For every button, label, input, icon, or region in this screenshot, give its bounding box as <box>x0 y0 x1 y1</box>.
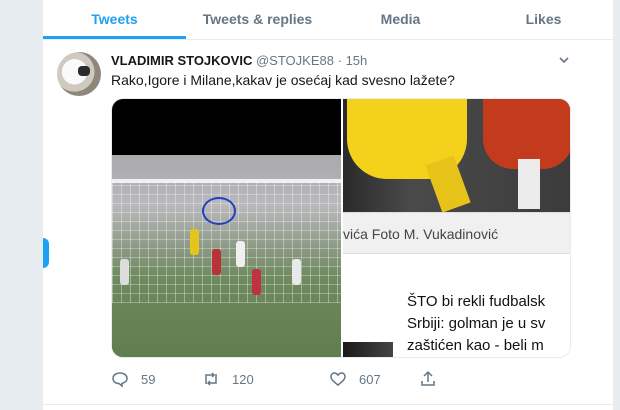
tweet-media[interactable]: vića Foto M. Vukadinović ŠTO bi rekli fu… <box>111 98 571 358</box>
reply-icon <box>112 372 128 388</box>
retweet-button[interactable]: 120 <box>202 370 254 388</box>
article-thumbnail <box>343 342 393 357</box>
divider <box>43 404 615 405</box>
user-handle[interactable]: @STOJKE88 <box>256 53 334 68</box>
profile-tabs: Tweets Tweets & replies Media Likes <box>43 0 615 40</box>
retweet-icon <box>205 372 217 386</box>
tab-media[interactable]: Media <box>329 0 472 39</box>
photo-caption-bar: vića Foto M. Vukadinović <box>343 212 570 254</box>
photo-caption: vića Foto M. Vukadinović <box>343 226 499 242</box>
separator-dot: · <box>337 53 342 68</box>
media-photo-left[interactable] <box>112 99 341 357</box>
reply-button[interactable]: 59 <box>111 370 155 388</box>
leg-y <box>425 155 471 212</box>
share-button[interactable] <box>419 370 449 388</box>
leg-r <box>518 159 540 209</box>
goal-crossbar <box>112 179 341 183</box>
player-figure <box>212 249 221 275</box>
headline-line: Srbiji: golman je u sv <box>407 315 546 332</box>
player-figure <box>236 241 245 267</box>
like-count: 607 <box>359 371 381 387</box>
media-photo-right[interactable]: vića Foto M. Vukadinović ŠTO bi rekli fu… <box>343 99 570 357</box>
highlight-circle <box>202 197 236 225</box>
share-icon <box>421 370 435 386</box>
tweet-actions: 59 120 607 <box>111 370 531 394</box>
player-figure <box>292 259 301 285</box>
headline-line: ŠTO bi rekli fudbalsk <box>407 293 546 310</box>
headline-line: zaštićen kao - beli m <box>407 337 544 354</box>
player-figure <box>120 259 129 285</box>
retweet-count: 120 <box>232 371 254 387</box>
goalkeeper-figure <box>190 229 199 255</box>
article-headline: ŠTO bi rekli fudbalsk Srbiji: golman je … <box>407 291 545 357</box>
tab-tweets[interactable]: Tweets <box>43 0 186 39</box>
tweet-timestamp[interactable]: 15h <box>346 53 368 68</box>
heart-icon <box>330 372 346 386</box>
like-button[interactable]: 607 <box>329 370 381 388</box>
display-name[interactable]: VLADIMIR STOJKOVIC <box>111 53 252 68</box>
reply-count: 59 <box>141 371 156 387</box>
scroll-indicator <box>43 238 49 268</box>
player-figure <box>252 269 261 295</box>
tab-likes[interactable]: Likes <box>472 0 615 39</box>
avatar[interactable] <box>57 52 101 96</box>
tweet-header: VLADIMIR STOJKOVIC @STOJKE88 · 15h <box>111 53 367 68</box>
profile-timeline: Tweets Tweets & replies Media Likes VLAD… <box>42 0 615 410</box>
chevron-down-icon[interactable] <box>557 53 571 67</box>
tweet-text: Rako,Igore i Milane,kakav je osećaj kad … <box>111 72 455 88</box>
players-closeup-photo <box>343 99 570 212</box>
tab-tweets-and-replies[interactable]: Tweets & replies <box>186 0 329 39</box>
